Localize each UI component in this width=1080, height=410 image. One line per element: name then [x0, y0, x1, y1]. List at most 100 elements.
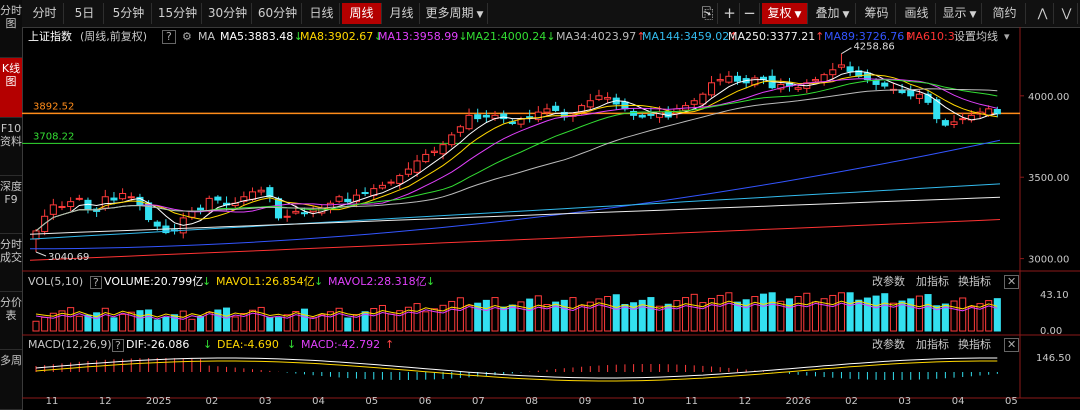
volume-bar[interactable]	[872, 295, 880, 332]
volume-bar[interactable]	[422, 311, 430, 332]
candle[interactable]	[413, 160, 421, 173]
candle[interactable]	[404, 168, 412, 175]
volume-bar[interactable]	[950, 300, 958, 332]
volume-bar[interactable]	[448, 300, 456, 332]
candle[interactable]	[465, 114, 473, 130]
candle[interactable]	[725, 75, 733, 83]
candle[interactable]	[985, 108, 993, 116]
help-icon[interactable]: ?	[112, 339, 124, 352]
candle[interactable]	[950, 121, 958, 125]
candle[interactable]	[638, 114, 646, 118]
volume-bar[interactable]	[197, 316, 205, 332]
volume-bar[interactable]	[101, 307, 109, 332]
volume-bar[interactable]	[491, 297, 499, 332]
candle[interactable]	[396, 175, 404, 184]
macd-btn-1[interactable]: 加指标	[916, 336, 949, 354]
volume-bar[interactable]	[266, 316, 274, 332]
candle[interactable]	[127, 196, 135, 199]
candle[interactable]	[422, 153, 430, 163]
volume-bar[interactable]	[759, 293, 768, 332]
volume-bar[interactable]	[465, 304, 473, 332]
volume-bar[interactable]	[604, 296, 612, 332]
volume-bar[interactable]	[67, 307, 75, 332]
volume-bar[interactable]	[534, 295, 542, 332]
volume-bar[interactable]	[673, 300, 681, 332]
candle[interactable]	[448, 134, 456, 146]
candle[interactable]	[500, 113, 508, 120]
volume-bar[interactable]	[855, 299, 863, 332]
candle[interactable]	[248, 191, 257, 200]
candle[interactable]	[292, 210, 300, 214]
volume-bar[interactable]	[811, 301, 819, 332]
macd-btn-2[interactable]: 换指标	[958, 336, 991, 354]
candle[interactable]	[647, 113, 655, 116]
volume-bars[interactable]	[32, 292, 1001, 332]
candle[interactable]	[58, 206, 66, 209]
volume-bar[interactable]	[136, 310, 144, 332]
candle[interactable]	[881, 82, 889, 87]
volume-bar[interactable]	[162, 316, 170, 332]
volume-bar[interactable]	[647, 297, 655, 332]
volume-bar[interactable]	[153, 319, 161, 332]
volume-bar[interactable]	[75, 315, 83, 332]
candle[interactable]	[604, 96, 612, 100]
volume-bar[interactable]	[569, 297, 577, 332]
volume-bar[interactable]	[145, 309, 153, 332]
candle[interactable]	[586, 100, 594, 108]
candle[interactable]	[829, 69, 837, 76]
candle[interactable]	[794, 87, 802, 90]
candle[interactable]	[733, 75, 742, 82]
candle[interactable]	[361, 192, 369, 195]
candle[interactable]	[664, 110, 672, 118]
volume-bar[interactable]	[205, 311, 213, 332]
volume-bar[interactable]	[976, 303, 984, 332]
candle[interactable]	[214, 196, 222, 201]
volume-bar[interactable]	[768, 292, 776, 332]
candle[interactable]	[708, 82, 716, 96]
volume-bar[interactable]	[231, 316, 239, 332]
volume-bar[interactable]	[223, 307, 231, 332]
candle[interactable]	[145, 202, 153, 221]
volume-bar[interactable]	[119, 313, 127, 332]
volume-bar[interactable]	[439, 304, 447, 332]
volume-bar[interactable]	[274, 317, 283, 332]
candle[interactable]	[197, 207, 205, 211]
volume-bar[interactable]	[387, 313, 395, 332]
volume-bar[interactable]	[110, 317, 118, 332]
volume-bar[interactable]	[725, 292, 733, 332]
volume-bar[interactable]	[578, 304, 586, 332]
candle[interactable]	[257, 189, 265, 193]
candle[interactable]	[941, 120, 949, 126]
candle[interactable]	[716, 79, 724, 82]
volume-bar[interactable]	[907, 298, 915, 332]
candle[interactable]	[430, 150, 438, 153]
candle[interactable]	[699, 93, 707, 105]
volume-bar[interactable]	[370, 308, 378, 332]
volume-bar[interactable]	[344, 317, 352, 332]
volume-bar[interactable]	[967, 306, 975, 332]
candle[interactable]	[188, 210, 196, 218]
volume-bar[interactable]	[300, 308, 309, 332]
volume-bar[interactable]	[751, 296, 759, 332]
volume-bar[interactable]	[32, 320, 40, 332]
volume-bar[interactable]	[690, 293, 698, 332]
candle[interactable]	[837, 64, 845, 68]
volume-bar[interactable]	[829, 294, 837, 332]
volume-bar[interactable]	[803, 292, 811, 332]
volume-bar[interactable]	[846, 292, 854, 332]
volume-bar[interactable]	[881, 293, 889, 332]
volume-bar[interactable]	[837, 292, 845, 332]
candle[interactable]	[439, 144, 447, 155]
volume-bar[interactable]	[309, 317, 317, 332]
candle[interactable]	[387, 181, 395, 184]
candle[interactable]	[153, 221, 161, 227]
candle[interactable]	[552, 105, 560, 111]
volume-btn-0[interactable]: 改参数	[872, 273, 905, 291]
close-icon[interactable]: ✕	[1004, 338, 1020, 352]
candles[interactable]	[32, 53, 1001, 252]
candle[interactable]	[474, 114, 482, 120]
candle[interactable]	[344, 198, 352, 203]
candle[interactable]	[993, 109, 1001, 115]
volume-bar[interactable]	[378, 304, 386, 332]
candle[interactable]	[283, 215, 291, 218]
